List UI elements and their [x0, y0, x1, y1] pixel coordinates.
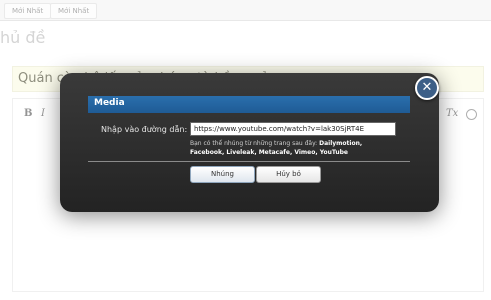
- hint-sites-line1: Dailymotion,: [319, 140, 363, 147]
- close-icon[interactable]: ✕: [415, 76, 439, 100]
- embed-button[interactable]: Nhúng: [190, 166, 255, 183]
- cancel-button[interactable]: Hủy bỏ: [256, 166, 321, 183]
- supported-sites-hint: Bạn có thể nhúng từ những trang sau đây:…: [190, 139, 390, 157]
- dialog-header: Media: [88, 96, 410, 113]
- url-label: Nhập vào đường dẫn:: [101, 125, 188, 134]
- hint-sites-line2: Facebook, Liveleak, Metacafe, Vimeo, You…: [190, 149, 348, 156]
- url-input[interactable]: [190, 122, 396, 136]
- dialog-divider: [88, 161, 410, 162]
- dialog-title: Media: [94, 98, 125, 108]
- hint-prefix: Bạn có thể nhúng từ những trang sau đây:: [190, 140, 318, 147]
